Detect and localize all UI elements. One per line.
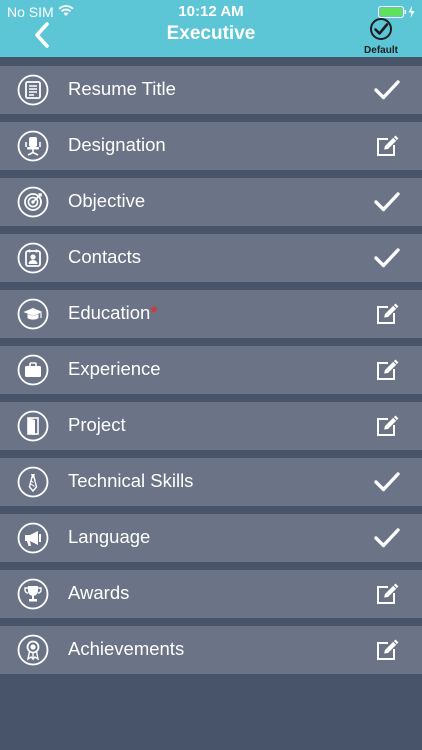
section-label: Project [68, 414, 126, 436]
completed-status [373, 77, 401, 103]
clock: 10:12 AM [178, 3, 244, 20]
completed-status [373, 245, 401, 271]
section-label: Technical Skills [68, 470, 193, 492]
section-label-text: Awards [68, 582, 130, 603]
completed-status [373, 189, 401, 215]
section-row-resume-title[interactable]: Resume Title [0, 66, 422, 114]
section-label-text: Achievements [68, 638, 185, 659]
graduation-cap-icon [17, 298, 49, 330]
section-row-experience[interactable]: Experience [0, 346, 422, 394]
default-button[interactable]: Default [363, 17, 399, 56]
section-row-technical-skills[interactable]: Technical Skills [0, 458, 422, 506]
section-row-language[interactable]: Language [0, 514, 422, 562]
section-row-achievements[interactable]: Achievements [0, 626, 422, 674]
section-label-text: Experience [68, 358, 161, 379]
section-label-text: Project [68, 414, 126, 435]
section-label: Objective [68, 190, 145, 212]
section-label-text: Contacts [68, 246, 142, 267]
megaphone-icon [17, 522, 49, 554]
section-row-project[interactable]: Project [0, 402, 422, 450]
default-label: Default [364, 45, 398, 56]
edit-icon [377, 583, 399, 604]
checkmark-icon [374, 248, 400, 268]
completed-status [373, 525, 401, 551]
edit-button[interactable] [373, 413, 401, 439]
ribbon-icon [17, 634, 49, 666]
door-icon [17, 410, 49, 442]
edit-icon [377, 415, 399, 436]
section-label: Resume Title [68, 78, 176, 100]
edit-button[interactable] [373, 133, 401, 159]
office-chair-icon [17, 130, 49, 162]
section-label-text: Technical Skills [68, 470, 194, 491]
check-circle-icon [370, 18, 392, 40]
required-marker: * [150, 302, 158, 323]
section-label-text: Education [68, 302, 151, 323]
section-row-designation[interactable]: Designation [0, 122, 422, 170]
tie-icon [17, 466, 49, 498]
section-label: Education* [68, 302, 158, 324]
section-label-text: Designation [68, 134, 166, 155]
target-icon [17, 186, 49, 218]
edit-icon [377, 303, 399, 324]
edit-icon [377, 359, 399, 380]
contact-card-icon [17, 242, 49, 274]
section-label: Designation [68, 134, 166, 156]
edit-button[interactable] [373, 357, 401, 383]
nav-bar: No SIM 10:12 AM Executive Default [0, 0, 422, 57]
section-label-text: Objective [68, 190, 146, 211]
list-footer-space [0, 676, 422, 750]
edit-button[interactable] [373, 301, 401, 327]
section-label: Experience [68, 358, 161, 380]
page-title: Executive [166, 23, 256, 44]
completed-status [373, 469, 401, 495]
section-label: Achievements [68, 638, 184, 660]
checkmark-icon [374, 192, 400, 212]
section-row-objective[interactable]: Objective [0, 178, 422, 226]
edit-button[interactable] [373, 581, 401, 607]
status-bar: No SIM 10:12 AM [0, 0, 422, 22]
checkmark-icon [374, 80, 400, 100]
document-icon [17, 74, 49, 106]
checkmark-icon [374, 528, 400, 548]
section-label-text: Resume Title [68, 78, 176, 99]
edit-button[interactable] [373, 637, 401, 663]
trophy-icon [17, 578, 49, 610]
section-label: Contacts [68, 246, 141, 268]
section-row-education[interactable]: Education* [0, 290, 422, 338]
checkmark-icon [374, 472, 400, 492]
section-label: Language [68, 526, 150, 548]
section-row-awards[interactable]: Awards [0, 570, 422, 618]
section-label: Awards [68, 582, 129, 604]
section-label-text: Language [68, 526, 151, 547]
section-row-contacts[interactable]: Contacts [0, 234, 422, 282]
edit-icon [377, 135, 399, 156]
briefcase-icon [17, 354, 49, 386]
edit-icon [377, 639, 399, 660]
section-list: Resume Title Designation Objective Contacts… [0, 66, 422, 682]
